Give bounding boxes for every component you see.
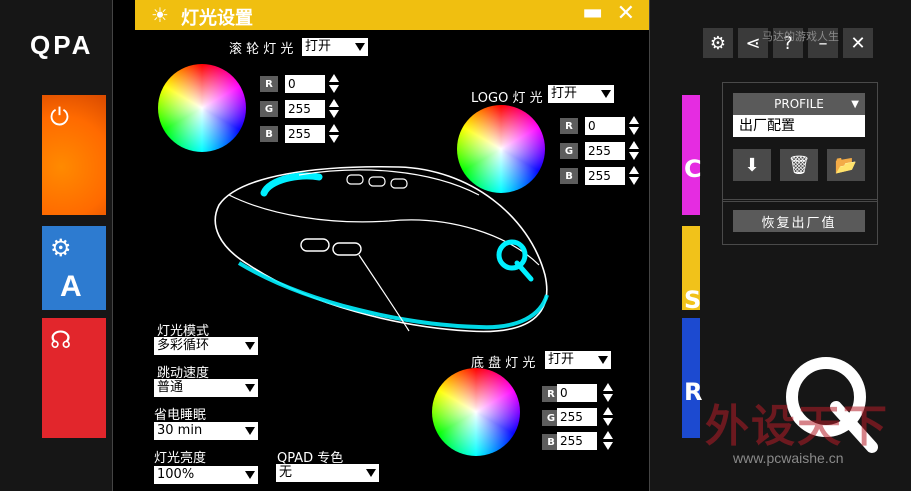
dropdown-arrow-icon [245,342,255,350]
lighting-dialog: ☀ 灯光设置 ▬ ✕ 滚 轮 灯 光 打开 R 0 G 255 B 255 LO… [112,0,650,491]
scroll-light-mode-select[interactable]: 打开 [302,38,368,56]
gear-icon: ⚙ [50,234,72,262]
close-button[interactable]: ✕ [843,28,873,58]
logo-b-stepper[interactable] [629,166,639,186]
scroll-g-input[interactable]: 255 [285,100,325,118]
brightness-label: 灯光亮度 [154,451,207,466]
scroll-light-mode-value: 打开 [305,39,332,54]
logo-g-label: G [560,143,578,159]
site-url: www.pcwaishe.cn [733,450,844,466]
logo-light-label: LOGO 灯 光 [471,91,543,106]
sleep-select[interactable]: 30 min [154,422,258,440]
trash-icon: 🗑 [787,154,811,176]
bottom-g-stepper[interactable] [603,407,613,427]
brightness-select[interactable]: 100% [154,466,258,484]
download-icon: ⬇ [744,154,760,176]
logo-light-mode-value: 打开 [551,86,578,101]
logo-g-input[interactable]: 255 [585,142,625,160]
bottom-light-mode-select[interactable]: 打开 [545,351,611,369]
settings-button[interactable]: ⚙ [703,28,733,58]
scroll-g-stepper[interactable] [329,99,339,119]
profile-name[interactable]: 出厂配置 [733,115,865,137]
gear-icon: ⚙ [709,32,727,54]
scroll-b-input[interactable]: 255 [285,125,325,143]
bottom-b-stepper[interactable] [603,431,613,451]
close-icon: ✕ [850,32,866,54]
scroll-g-label: G [260,101,278,117]
logo-light-mode-select[interactable]: 打开 [548,85,614,103]
dropdown-arrow-icon: ▼ [851,98,859,110]
profile-dropdown[interactable]: PROFILE ▼ [733,93,865,115]
dialog-title: 灯光设置 [181,8,253,29]
headset-icon: ☊ [50,326,72,354]
mouse-illustration [214,165,549,333]
download-profile-button[interactable]: ⬇ [733,149,771,181]
bottom-b-input[interactable]: 255 [557,432,597,450]
dialog-close-button[interactable]: ✕ [617,1,635,26]
light-mode-value: 多彩循环 [157,338,210,353]
tile-support[interactable]: ☊ [42,318,106,438]
site-watermark: 外设天下 [705,402,889,451]
sleep-label: 省电睡眠 [154,408,207,423]
bottom-color-wheel[interactable] [432,368,520,456]
light-mode-select[interactable]: 多彩循环 [154,337,258,355]
dropdown-arrow-icon [245,471,255,479]
restore-panel: 恢复出厂值 [722,199,878,245]
logo-r-stepper[interactable] [629,116,639,136]
dialog-titlebar[interactable]: ☀ 灯光设置 ▬ ✕ [135,0,649,30]
qpad-color-select[interactable]: 无 [276,464,379,482]
logo-b-input[interactable]: 255 [585,167,625,185]
dialog-minimize-button[interactable]: ▬ [582,0,603,25]
scroll-light-label: 滚 轮 灯 光 [229,42,294,57]
bottom-r-stepper[interactable] [603,383,613,403]
profile-panel: PROFILE ▼ 出厂配置 ⬇ 🗑 📂 [722,82,878,202]
sleep-value: 30 min [157,423,203,438]
dropdown-arrow-icon [601,90,611,98]
qpad-color-value: 无 [279,465,293,480]
tile-settings[interactable]: ⚙ A [42,226,106,310]
scroll-b-label: B [260,126,278,142]
logo-g-stepper[interactable] [629,141,639,161]
watermark-text: 马达的游戏人生 [762,30,839,43]
tile-letter: A [60,270,82,303]
dropdown-arrow-icon [598,356,608,364]
bottom-light-mode-value: 打开 [548,352,575,367]
stripe-letter: R [684,378,703,406]
speed-value: 普通 [157,380,184,395]
bottom-r-input[interactable]: 0 [557,384,597,402]
share-icon: ⋖ [745,32,761,54]
logo-r-label: R [560,118,578,134]
sun-icon: ☀ [151,3,169,27]
speed-select[interactable]: 普通 [154,379,258,397]
logo-b-label: B [560,168,578,184]
bottom-g-input[interactable]: 255 [557,408,597,426]
dropdown-arrow-icon [366,469,376,477]
folder-icon: 📂 [834,154,858,176]
menu-stripe-c[interactable]: C [682,95,702,215]
logo-r-input[interactable]: 0 [585,117,625,135]
scroll-r-stepper[interactable] [329,74,339,94]
delete-profile-button[interactable]: 🗑 [780,149,818,181]
scroll-r-input[interactable]: 0 [285,75,325,93]
scroll-b-stepper[interactable] [329,124,339,144]
menu-stripe-s[interactable]: S [682,226,701,314]
stripe-letter: S [684,286,702,314]
dropdown-arrow-icon [355,43,365,51]
scroll-color-wheel[interactable] [158,64,246,152]
dropdown-arrow-icon [245,384,255,392]
brightness-value: 100% [157,467,195,482]
stripe-letter: C [684,155,702,183]
scroll-r-label: R [260,76,278,92]
restore-defaults-button[interactable]: 恢复出厂值 [733,210,865,232]
brand-logo: QPA [30,30,94,60]
menu-stripe-r[interactable]: R [682,318,703,438]
profile-header-label: PROFILE [774,97,824,111]
dropdown-arrow-icon [245,427,255,435]
open-profile-button[interactable]: 📂 [827,149,865,181]
power-icon: ⏻ [50,103,69,131]
tile-power[interactable]: ⏻ [42,95,106,215]
